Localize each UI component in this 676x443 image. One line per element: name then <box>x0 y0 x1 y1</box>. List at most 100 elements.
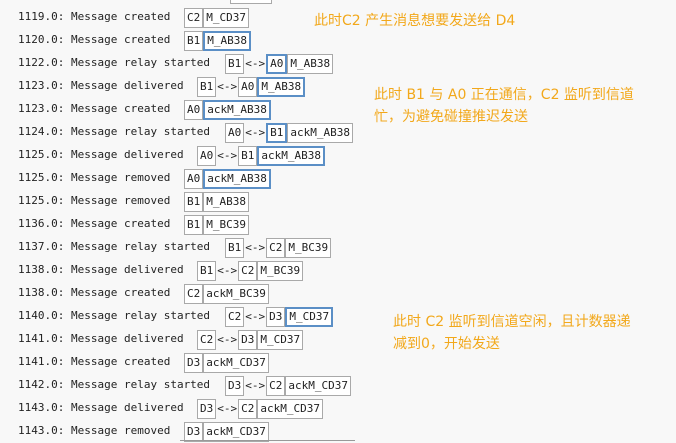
log-text: 1122.0: Message relay started <box>18 56 211 69</box>
peer-node-cell: C2 <box>238 261 258 281</box>
log-row: 1143.0: Message delivered D3 <-> C2 ackM_CD3… <box>18 398 323 419</box>
log-text: 1125.0: Message delivered <box>18 148 184 161</box>
link-arrow: <-> <box>217 333 238 346</box>
message-id-cell: M_CD37 <box>203 8 249 28</box>
peer-node-cell: D3 <box>266 307 286 327</box>
log-row: 1125.0: Message removed B1 M_AB38 <box>18 191 249 212</box>
message-fields: B1 M_AB38 <box>184 192 249 212</box>
peer-node-cell: A0 <box>238 77 258 97</box>
message-id-cell: M_CD37 <box>257 330 304 350</box>
link-arrow: <-> <box>245 241 266 254</box>
message-id-cell: M_AB38 <box>203 192 249 212</box>
message-id-cell: ackM_AB38 <box>257 146 325 166</box>
node-cell: B1 <box>197 77 217 97</box>
message-fields: D3 <-> C2 ackM_CD37 <box>197 399 323 419</box>
node-cell: B1 <box>184 215 204 235</box>
divider <box>180 440 355 441</box>
message-fields: C2 <-> D3 M_CD37 <box>225 307 334 327</box>
node-cell: B1 <box>197 261 217 281</box>
node-cell: C2 <box>184 284 204 304</box>
log-row: 1141.0: Message delivered C2 <-> D3 M_CD37 <box>18 329 304 350</box>
link-arrow: <-> <box>245 379 266 392</box>
log-text: 1141.0: Message delivered <box>18 332 184 345</box>
message-fields: B1 <-> A0 M_AB38 <box>225 54 334 74</box>
annotation-channel-busy: 此时 B1 与 A0 正在通信，C2 监听到信道 忙，为避免碰撞推迟发送 <box>374 84 634 128</box>
peer-node-cell: C2 <box>238 399 258 419</box>
message-id-cell: M_BC39 <box>285 238 332 258</box>
link-arrow: <-> <box>217 80 238 93</box>
message-id-cell: M_AB38 <box>257 77 306 97</box>
message-fields: A0 <-> B1 ackM_AB38 <box>197 146 325 166</box>
message-fields: B1 <-> C2 M_BC39 <box>225 238 332 258</box>
message-id-cell: M_BC39 <box>257 261 304 281</box>
annotation-text: 此时C2 产生消息想要发送给 D4 <box>314 13 516 29</box>
log-text: 1123.0: Message delivered <box>18 79 184 92</box>
message-id-cell: M_AB38 <box>203 31 251 51</box>
message-id-cell: ackM_CD37 <box>203 353 269 373</box>
node-cell: B1 <box>225 54 245 74</box>
log-text: 1140.0: Message relay started <box>18 309 211 322</box>
annotation-line: 此时 C2 监听到信道空闲，且计数器递 <box>393 314 631 330</box>
log-text: 1123.0: Message created <box>18 102 171 115</box>
node-cell: B1 <box>184 31 204 51</box>
peer-node-cell: C2 <box>266 376 286 396</box>
message-id-cell: ackM_CD37 <box>203 422 269 442</box>
node-cell: A0 <box>197 146 217 166</box>
log-row: 1120.0: Message created B1 M_AB38 <box>18 30 251 51</box>
link-arrow: <-> <box>217 402 238 415</box>
log-text: 1124.0: Message relay started <box>18 125 211 138</box>
log-row: 1119.0: Message created C2 M_CD37 <box>18 7 249 28</box>
log-row: 1136.0: Message created B1 M_BC39 <box>18 214 249 235</box>
log-row: 1124.0: Message relay started A0 <-> B1 ackM… <box>18 122 353 143</box>
peer-node-cell: B1 <box>266 123 288 143</box>
message-fields: B1 M_AB38 <box>184 31 251 51</box>
node-cell: A0 <box>225 123 245 143</box>
message-fields: B1 <-> A0 M_AB38 <box>197 77 306 97</box>
peer-node-cell: A0 <box>266 54 288 74</box>
log-text: 1119.0: Message created <box>18 10 171 23</box>
message-fields: C2 ackM_BC39 <box>184 284 269 304</box>
message-fields: C2 M_CD37 <box>184 8 249 28</box>
log-text: 1141.0: Message created <box>18 355 171 368</box>
message-id-cell: ackM_AB38 <box>287 123 353 143</box>
log-row: 1138.0: Message delivered B1 <-> C2 M_BC39 <box>18 260 304 281</box>
log-text: 1125.0: Message removed <box>18 194 171 207</box>
node-cell: D3 <box>225 376 245 396</box>
log-row: 1123.0: Message delivered B1 <-> A0 M_AB38 <box>18 76 306 97</box>
message-fields: A0 ackM_AB38 <box>184 169 271 189</box>
message-fields: D3 ackM_CD37 <box>184 422 269 442</box>
link-arrow: <-> <box>217 264 238 277</box>
log-text: 1142.0: Message relay started <box>18 378 211 391</box>
peer-node-cell: B1 <box>238 146 258 166</box>
message-id-cell: ackM_BC39 <box>203 284 269 304</box>
log-text: 1136.0: Message created <box>18 217 171 230</box>
message-id-cell: ackM_CD37 <box>257 399 323 419</box>
node-cell: D3 <box>197 399 217 419</box>
annotation-c2-generates: 此时C2 产生消息想要发送给 D4 <box>314 10 515 32</box>
log-row: 1125.0: Message delivered A0 <-> B1 ackM_AB3… <box>18 145 325 166</box>
node-cell: A0 <box>184 169 204 189</box>
node-cell: C2 <box>225 307 245 327</box>
message-fields: C2 <-> D3 M_CD37 <box>197 330 304 350</box>
log-row: 1125.0: Message removed A0 ackM_AB38 <box>18 168 271 189</box>
node-cell: C2 <box>197 330 217 350</box>
node-cell: D3 <box>184 422 204 442</box>
log-row: 1141.0: Message created D3 ackM_CD37 <box>18 352 269 373</box>
message-fields: B1 M_BC39 <box>184 215 249 235</box>
log-row: 1140.0: Message relay started C2 <-> D3 M_CD… <box>18 306 334 327</box>
annotation-channel-idle: 此时 C2 监听到信道空闲，且计数器递 减到0，开始发送 <box>393 311 631 355</box>
annotation-line: 减到0，开始发送 <box>393 336 500 352</box>
peer-node-cell: D3 <box>238 330 258 350</box>
log-row: 1137.0: Message relay started B1 <-> C2 M_BC… <box>18 237 332 258</box>
node-cell: D3 <box>184 353 204 373</box>
clipped-cell-top <box>230 0 272 4</box>
annotation-line: 此时 B1 与 A0 正在通信，C2 监听到信道 <box>374 87 634 103</box>
message-id-cell: M_BC39 <box>203 215 249 235</box>
log-text: 1138.0: Message delivered <box>18 263 184 276</box>
message-id-cell: ackM_CD37 <box>285 376 351 396</box>
message-id-cell: M_AB38 <box>287 54 334 74</box>
node-cell: A0 <box>184 100 204 120</box>
message-log: 1119.0: Message created C2 M_CD37 1120.0: M… <box>0 0 676 443</box>
message-id-cell: M_CD37 <box>285 307 334 327</box>
log-row: 1143.0: Message removed D3 ackM_CD37 <box>18 421 269 442</box>
